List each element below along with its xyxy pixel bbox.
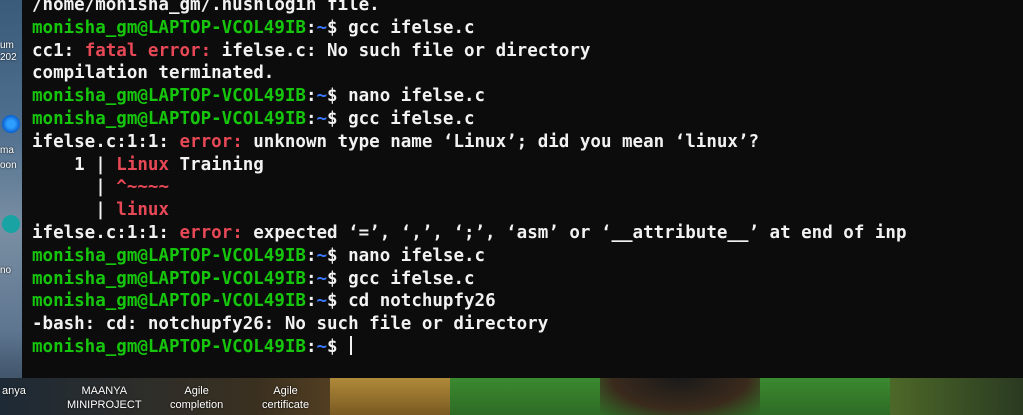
prompt-symbol: $ [327, 17, 349, 38]
error-prefix: ifelse.c:1:1: [32, 131, 180, 152]
prompt-colon: : [305, 108, 317, 129]
prompt-path: ~ [316, 291, 328, 312]
source-highlight: linux [116, 200, 169, 221]
wallpaper-region [600, 378, 760, 415]
source-highlight: Linux [116, 154, 169, 175]
error-label: error: [179, 131, 243, 152]
desktop-icon-label: MINIPROJECT [67, 399, 142, 411]
prompt-colon: : [305, 268, 317, 289]
prompt-colon: : [305, 336, 317, 357]
error-prefix: ifelse.c:1:1: [32, 222, 180, 243]
command-text: cd notchupfy26 [348, 291, 496, 312]
prompt-symbol: $ [327, 336, 349, 357]
source-gutter: | [32, 177, 117, 198]
source-highlight: ^~~~~ [116, 177, 169, 198]
desktop-icon-label: certificate [262, 399, 310, 411]
source-rest: Training [168, 154, 264, 175]
desktop-icon-label: oon [0, 160, 17, 171]
error-message: expected ‘=’, ‘,’, ‘;’, ‘asm’ or ‘__attr… [242, 222, 907, 243]
prompt-colon: : [305, 291, 317, 312]
output-line: /home/monisha_gm/.hushlogin file. [32, 0, 907, 17]
prompt-line: monisha_gm@LAPTOP-VCOL49IB:~$ [32, 335, 907, 359]
desktop-icon-label: 202 [0, 52, 17, 63]
error-label: fatal error: [84, 40, 212, 61]
prompt-path: ~ [316, 86, 328, 107]
command-text: nano ifelse.c [348, 245, 486, 266]
output-line: -bash: cd: notchupfy26: No such file or … [32, 313, 907, 336]
prompt-path: ~ [316, 245, 328, 266]
terminal-output: /home/monisha_gm/.hushlogin file. monisha… [32, 0, 907, 359]
desktop-background-strip: um 202 ma oon no [0, 0, 22, 415]
command-text: gcc ifelse.c [348, 17, 475, 38]
desktop-icon-maanya-miniproject[interactable]: MAANYA MINIPROJECT [67, 384, 142, 412]
desktop-background: anya MAANYA MINIPROJECT Agile completion… [0, 378, 1023, 415]
output-line: compilation terminated. [32, 62, 907, 85]
error-line: ifelse.c:1:1: error: expected ‘=’, ‘,’, … [32, 222, 907, 245]
prompt-path: ~ [316, 108, 328, 129]
terminal-window[interactable]: /home/monisha_gm/.hushlogin file. monisha… [22, 0, 1023, 378]
error-prefix: cc1: [32, 40, 85, 61]
output-text: /home/monisha_gm/.hushlogin file. [32, 0, 380, 15]
prompt-line: monisha_gm@LAPTOP-VCOL49IB:~$ cd notchup… [32, 290, 907, 313]
wallpaper-region [330, 378, 450, 415]
output-line: | ^~~~~ [32, 176, 907, 199]
prompt-user-host: monisha_gm@LAPTOP-VCOL49IB [32, 268, 306, 289]
prompt-user-host: monisha_gm@LAPTOP-VCOL49IB [32, 291, 306, 312]
error-message: ifelse.c: No such file or directory [211, 40, 591, 61]
prompt-path: ~ [316, 336, 328, 357]
prompt-symbol: $ [327, 268, 349, 289]
text-cursor [350, 335, 353, 355]
desktop-icon-agile-completion[interactable]: Agile completion [170, 384, 223, 412]
command-text: gcc ifelse.c [348, 268, 475, 289]
error-line: ifelse.c:1:1: error: unknown type name ‘… [32, 131, 907, 154]
prompt-path: ~ [316, 17, 328, 38]
prompt-line: monisha_gm@LAPTOP-VCOL49IB:~$ gcc ifelse… [32, 17, 907, 40]
prompt-symbol: $ [327, 108, 349, 129]
output-text: -bash: cd: notchupfy26: No such file or … [32, 314, 549, 335]
desktop-icon-label: MAANYA [81, 385, 128, 397]
prompt-user-host: monisha_gm@LAPTOP-VCOL49IB [32, 108, 306, 129]
prompt-line: monisha_gm@LAPTOP-VCOL49IB:~$ nano ifels… [32, 245, 907, 268]
arduino-icon[interactable] [2, 215, 20, 233]
output-line: | linux [32, 199, 907, 222]
source-gutter: | [32, 200, 117, 221]
prompt-symbol: $ [327, 291, 349, 312]
prompt-symbol: $ [327, 245, 349, 266]
desktop-icon-label: completion [170, 399, 224, 411]
prompt-line: monisha_gm@LAPTOP-VCOL49IB:~$ gcc ifelse… [32, 108, 907, 131]
error-label: error: [179, 222, 243, 243]
output-text: compilation terminated. [32, 63, 275, 84]
prompt-line: monisha_gm@LAPTOP-VCOL49IB:~$ nano ifels… [32, 85, 907, 108]
error-line: cc1: fatal error: ifelse.c: No such file… [32, 40, 907, 63]
command-text: gcc ifelse.c [348, 108, 475, 129]
error-message: unknown type name ‘Linux’; did you mean … [242, 131, 759, 152]
desktop-icon-label: um [0, 40, 14, 51]
output-line: 1 | Linux Training [32, 154, 907, 177]
prompt-colon: : [305, 17, 317, 38]
desktop-icon-label: anya [2, 385, 26, 397]
prompt-user-host: monisha_gm@LAPTOP-VCOL49IB [32, 17, 306, 38]
desktop-icon-label: Agile [184, 385, 209, 397]
desktop-icon-anya[interactable]: anya [2, 384, 26, 398]
command-text: nano ifelse.c [348, 86, 486, 107]
prompt-colon: : [305, 245, 317, 266]
prompt-colon: : [305, 86, 317, 107]
prompt-symbol: $ [327, 86, 349, 107]
prompt-user-host: monisha_gm@LAPTOP-VCOL49IB [32, 336, 306, 357]
desktop-icon-agile-certificate[interactable]: Agile certificate [262, 384, 309, 412]
edge-browser-icon[interactable] [2, 115, 20, 133]
desktop-icon-label: Agile [273, 385, 298, 397]
desktop-icon-label: ma [0, 145, 14, 156]
prompt-line: monisha_gm@LAPTOP-VCOL49IB:~$ gcc ifelse… [32, 268, 907, 291]
prompt-user-host: monisha_gm@LAPTOP-VCOL49IB [32, 245, 306, 266]
prompt-user-host: monisha_gm@LAPTOP-VCOL49IB [32, 86, 306, 107]
source-gutter: 1 | [32, 154, 117, 175]
prompt-path: ~ [316, 268, 328, 289]
desktop-icon-label: no [0, 265, 12, 276]
